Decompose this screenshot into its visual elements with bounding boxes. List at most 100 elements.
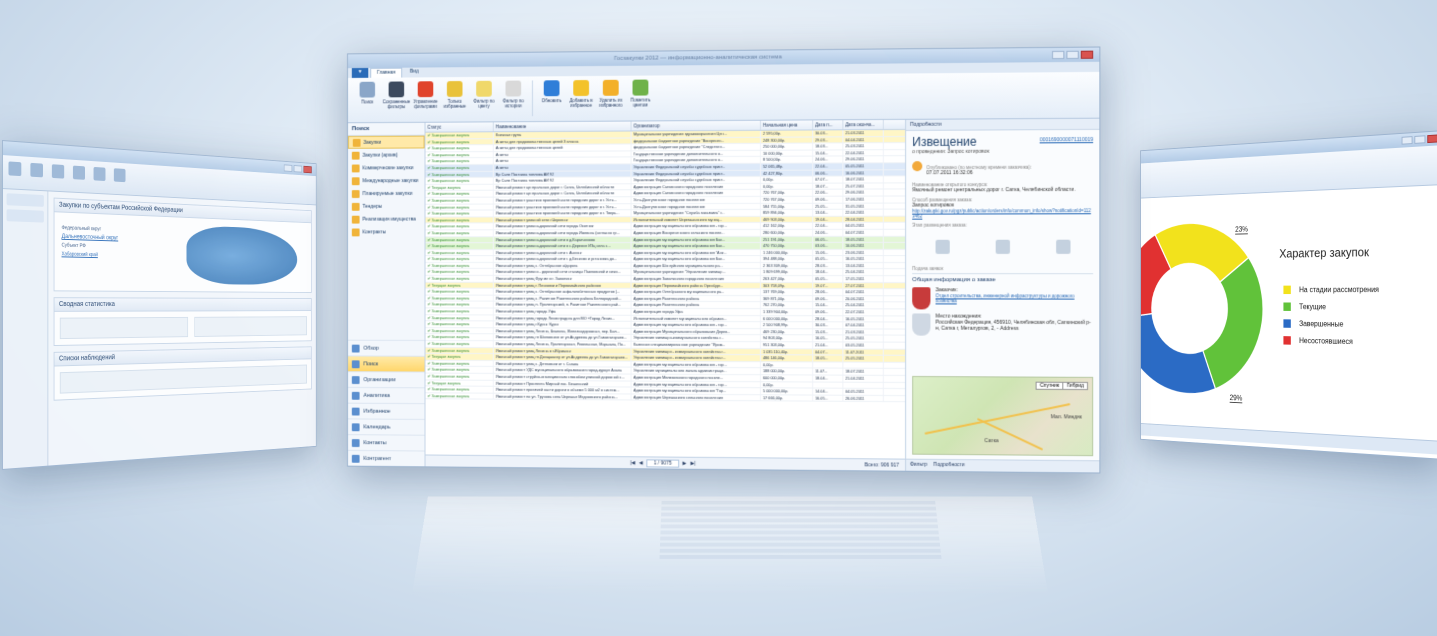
table-cell: 29.06.2011 [843, 156, 884, 163]
table-cell: 11.07... [813, 368, 844, 375]
nav-item[interactable]: Коммерческие закупки [348, 161, 425, 174]
table-cell: Администрация Ракитянского района [631, 295, 761, 302]
table-row[interactable]: ✔ Завершенная закупка Ямочный ремонт по у… [425, 393, 906, 403]
ribbon-button[interactable]: Фильтр по истории [500, 80, 527, 109]
ribbon-button[interactable]: Сохраненные фильтры [382, 81, 410, 109]
russia-map[interactable] [186, 225, 298, 286]
column-header[interactable]: Организатор [631, 120, 761, 131]
maximize-button[interactable] [293, 165, 303, 173]
table-cell: ✔ Завершенная закупка [425, 347, 494, 354]
ribbon-button[interactable]: Удалить из избранного [597, 79, 625, 108]
tab-file[interactable]: ▼ [351, 67, 369, 78]
customer-link[interactable]: Отдел строительства, инженерной инфрастр… [936, 293, 1094, 303]
ribbon-button[interactable]: Обновить [538, 80, 566, 103]
column-header[interactable]: Дата п... [813, 120, 844, 130]
nav-item[interactable] [6, 209, 44, 223]
ribbon-button[interactable]: Управление фильтрами [412, 81, 439, 109]
table-cell: Ямочный ремонт улиц города Уфа [493, 308, 632, 315]
nav-item[interactable]: Закупки (архив) [348, 148, 425, 161]
ribbon-icon [388, 81, 405, 98]
nav-section[interactable]: Обзор [347, 339, 425, 356]
ribbon-button-label: Пометить цветом [630, 97, 651, 108]
maximize-button[interactable] [1066, 50, 1079, 59]
legend-label: Текущие [1299, 302, 1327, 311]
ribbon-button[interactable]: Добавить в избранное [567, 80, 595, 108]
close-button[interactable] [1080, 50, 1094, 59]
folder-icon [351, 164, 360, 172]
satellite-button[interactable]: Спутник [1035, 381, 1064, 390]
ribbon-button[interactable]: Пометить цветом [627, 79, 655, 108]
nav-item[interactable]: Контракты [348, 225, 425, 238]
tab-details[interactable]: Подробности [933, 462, 964, 469]
table-cell: 42 427,80р. [760, 170, 814, 176]
table-cell: Администрация Ракитянского района [631, 302, 761, 309]
next-page-button[interactable]: ▶ [683, 460, 687, 466]
table-cell: 1 246 000,00р. [760, 249, 814, 256]
nav-section[interactable]: Календарь [347, 418, 425, 435]
ribbon-button[interactable]: Фильтр по цвету [470, 80, 497, 109]
table-cell: Администрация Заволжского городского пос… [631, 276, 761, 282]
nav-section[interactable]: Контрагент [347, 449, 425, 467]
table-cell: 15.04... [813, 302, 844, 309]
notice-number[interactable]: 0001690000071110019 [1040, 137, 1094, 143]
nav-item-label: Тендеры [362, 203, 383, 210]
column-header[interactable]: Наименование [493, 121, 632, 132]
ribbon-button[interactable]: Только избранные [441, 81, 468, 109]
table-cell: 720 767,00р. [760, 196, 814, 203]
ribbon-button[interactable]: Поиск [354, 81, 381, 105]
close-button[interactable] [303, 165, 312, 174]
maximize-button[interactable] [1414, 135, 1426, 144]
table-cell: 30.03... [813, 130, 844, 137]
table-cell: 1 809 699,00р. [760, 269, 814, 276]
minimize-button[interactable] [1401, 136, 1413, 145]
table-cell: ✔ Завершенная закупка [425, 393, 494, 399]
nav-item[interactable]: Реализация имущества [348, 213, 425, 226]
nav-item[interactable]: Планируемые закупки [348, 187, 425, 200]
location-map[interactable]: Спутник Гибрид Сатка Мал. Миндяк [912, 375, 1094, 457]
stop-icon[interactable] [72, 165, 86, 180]
prev-page-button[interactable]: ◀ [639, 460, 643, 466]
hybrid-button[interactable]: Гибрид [1062, 381, 1089, 391]
tab-view[interactable]: Вид [404, 67, 424, 77]
minimize-button[interactable] [1051, 50, 1065, 60]
table-cell: 22.04.2011 [843, 209, 884, 216]
column-header[interactable]: Начальная цена [760, 120, 814, 130]
minimize-button[interactable] [283, 164, 293, 172]
last-page-button[interactable]: ▶| [690, 460, 695, 466]
nav-item[interactable] [6, 193, 44, 207]
section-icon [351, 344, 360, 353]
tab-filter[interactable]: Фильтр [910, 462, 927, 469]
nav-section[interactable]: Организации [347, 371, 425, 388]
subject-value[interactable]: Хабаровский край [62, 250, 119, 260]
grid-icon[interactable] [93, 166, 106, 182]
nav-section-label: Организации [363, 376, 396, 383]
back-icon[interactable] [8, 161, 22, 177]
table-cell: ✔ Завершенная закупка [425, 327, 494, 334]
donut-slice[interactable] [1203, 257, 1263, 390]
page-indicator[interactable]: 1 / 9075 [646, 458, 679, 468]
name-value: Ямочный ремонт центральных дорог г. Сатк… [912, 186, 1076, 194]
close-button[interactable] [1427, 134, 1437, 144]
column-header[interactable]: Статус [425, 122, 494, 132]
notice-url[interactable]: http://zakupki.gov.ru/pgz/public/action/… [912, 208, 1093, 218]
nav-item[interactable]: Тендеры [348, 200, 425, 213]
nav-section[interactable]: Избранное [347, 402, 425, 419]
table-cell: 470 750,00р. [760, 243, 814, 249]
nav-item[interactable]: Закупки [347, 135, 425, 149]
first-page-button[interactable]: |◀ [630, 460, 635, 466]
table-cell: Вр Сале Поставка топлива АИ 92 [493, 177, 632, 184]
nav-section[interactable]: Контакты [347, 434, 425, 451]
nav-section[interactable]: Аналитика [347, 386, 425, 404]
column-header[interactable]: Дата оконча... [843, 119, 884, 130]
refresh-icon[interactable] [51, 164, 65, 179]
forward-icon[interactable] [30, 162, 43, 178]
stage-steps [912, 232, 1093, 262]
table-cell: ✔ Текущая закупка [425, 380, 494, 386]
tab-main[interactable]: Главная [370, 67, 403, 78]
table-cell: Ямочный ремонт улиц Фрунзе и г. Заволжск [493, 275, 632, 282]
donut-slice[interactable] [1140, 313, 1215, 394]
table-cell: ✔ Завершенная закупка [425, 138, 494, 145]
nav-item[interactable]: Международные закупки [348, 174, 425, 187]
list-icon[interactable] [113, 168, 126, 183]
nav-section[interactable]: Поиск [347, 355, 425, 372]
